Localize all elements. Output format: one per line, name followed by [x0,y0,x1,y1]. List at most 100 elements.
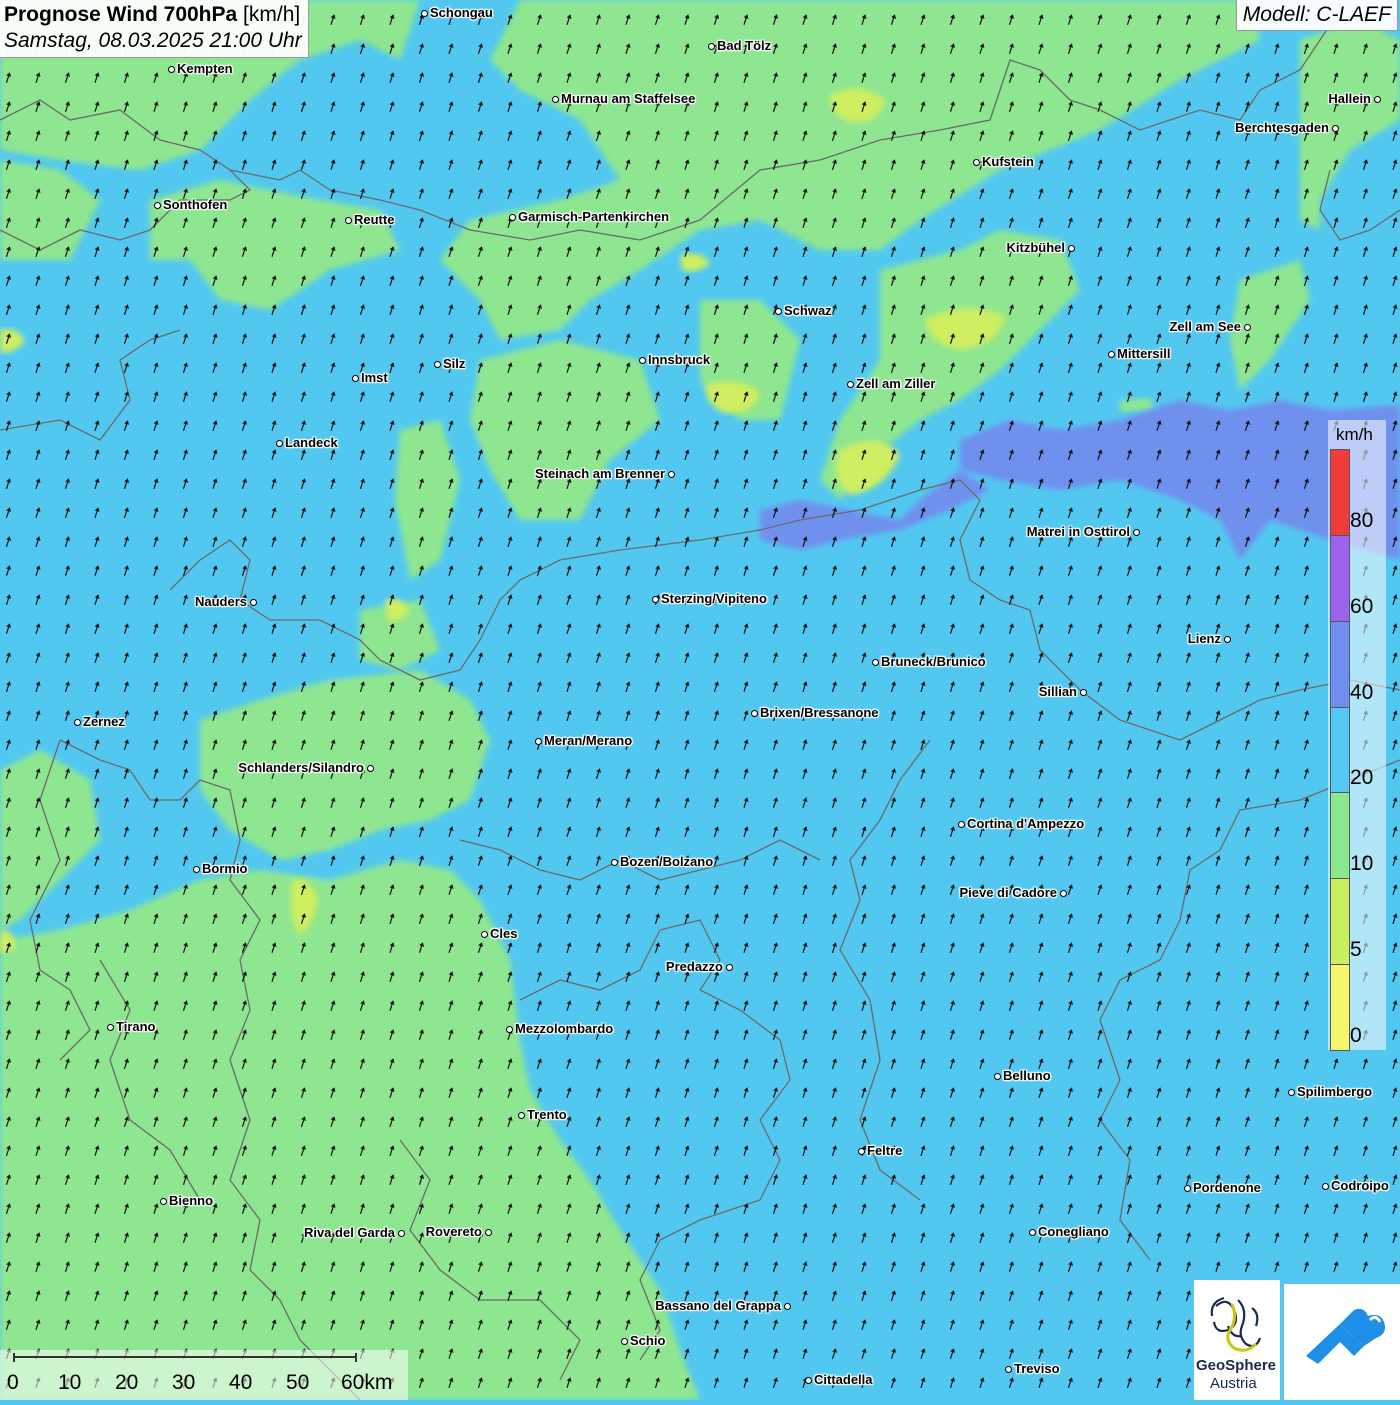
city-label: Innsbruck [648,352,711,367]
city-marker [167,65,175,73]
city-label: Cittadella [814,1372,873,1387]
city-marker [667,470,675,478]
legend-tick-label: 60 [1350,594,1374,618]
city-marker [517,1111,525,1119]
city-marker [846,380,854,388]
city-marker [1132,528,1140,536]
city-label: Lienz [1187,631,1221,646]
legend-color-swatch [1330,706,1350,794]
city-label: Sonthofen [163,197,228,212]
city-marker [159,1197,167,1205]
legend-tick-label: 40 [1350,680,1374,704]
city-label: Mittersill [1117,346,1171,361]
city-label: Kufstein [982,154,1034,169]
city-marker [484,1228,492,1236]
city-label: Cles [490,926,518,941]
city-marker [750,709,758,717]
city-label: Tirano [116,1019,156,1034]
scale-label: 60km [341,1371,393,1394]
city-label: Schio [630,1333,666,1348]
city-label: Sillian [1038,684,1077,699]
city-marker [774,307,782,315]
city-marker [783,1302,791,1310]
legend-tick-label: 80 [1350,508,1374,532]
city-label: Kempten [177,61,233,76]
city-label: Spilimbergo [1297,1084,1373,1099]
city-label: Bad Tölz [717,38,772,53]
city-label: Schlanders/Silandro [238,760,364,775]
city-marker [1028,1228,1036,1236]
city-label: Nauders [194,594,247,609]
model-label: Modell: C-LAEF [1235,0,1398,31]
city-marker [344,216,352,224]
city-label: Predazzo [665,959,723,974]
city-marker [725,963,733,971]
city-marker [804,1376,812,1384]
city-marker [707,42,715,50]
city-label: Silz [443,356,466,371]
city-marker [1223,635,1231,643]
city-marker [1067,244,1075,252]
cloud-arrow-icon [1306,1308,1385,1364]
city-marker [1107,350,1115,358]
city-label: Trento [527,1107,567,1122]
city-label: Imst [361,370,388,385]
city-marker [1079,688,1087,696]
city-marker [397,1229,405,1237]
city-label: Riva del Garda [303,1225,395,1240]
map-title: Prognose Wind 700hPa [km/h] [4,3,302,27]
city-marker [192,865,200,873]
city-marker [857,1147,865,1155]
city-label: Hallein [1328,91,1371,106]
city-marker [993,1072,1001,1080]
city-label: Zell am Ziller [856,376,936,391]
city-marker [1004,1365,1012,1373]
city-marker [551,95,559,103]
legend-color-swatch [1330,449,1350,536]
city-label: Bormio [202,861,248,876]
city-label: Bozen/Bolzano [620,854,714,869]
city-marker [957,820,965,828]
city-label: Belluno [1003,1068,1051,1083]
city-marker [638,356,646,364]
legend-color-swatch [1330,620,1350,708]
city-marker [1287,1088,1295,1096]
city-marker [1243,323,1251,331]
scale-label: 50 [286,1371,310,1394]
title-main: Prognose Wind 700hPa [4,3,238,26]
city-label: Treviso [1014,1361,1060,1376]
city-label: Meran/Merano [544,733,633,748]
city-label: Bruneck/Brunico [881,654,986,669]
city-label: Sterzing/Vipiteno [661,591,767,606]
legend-tick-label: 5 [1350,938,1362,962]
scale-label: 20 [115,1371,139,1394]
forecast-datetime: Samstag, 08.03.2025 21:00 Uhr [4,29,302,52]
city-label: Steinach am Brenner [534,466,665,481]
city-marker [1183,1184,1191,1192]
scale-label: 40 [229,1371,253,1394]
city-marker [534,737,542,745]
city-marker [505,1025,513,1033]
title-box: Prognose Wind 700hPa [km/h] Samstag, 08.… [0,0,309,58]
city-label: Pordenone [1193,1180,1261,1195]
city-label: Zernez [83,714,125,729]
city-label: Rovereto [425,1224,482,1239]
city-marker [275,439,283,447]
legend-color-swatch [1330,964,1350,1051]
city-marker [610,858,618,866]
city-marker [153,201,161,209]
city-label: Brixen/Bressanone [760,705,879,720]
legend-color-swatch [1330,534,1350,622]
city-marker [351,374,359,382]
geosphere-logo-text-2: Austria [1210,1375,1257,1392]
city-label: Pieve di Cadore [959,885,1057,900]
city-marker [1331,124,1339,132]
city-label: Feltre [867,1143,903,1158]
city-label: Matrei in Osttirol [1026,524,1130,539]
city-marker [366,764,374,772]
city-label: Kitzbühel [1006,240,1066,255]
city-marker [871,658,879,666]
city-label: Landeck [285,435,338,450]
city-label: Zell am See [1169,319,1241,334]
title-unit: [km/h] [243,3,301,26]
